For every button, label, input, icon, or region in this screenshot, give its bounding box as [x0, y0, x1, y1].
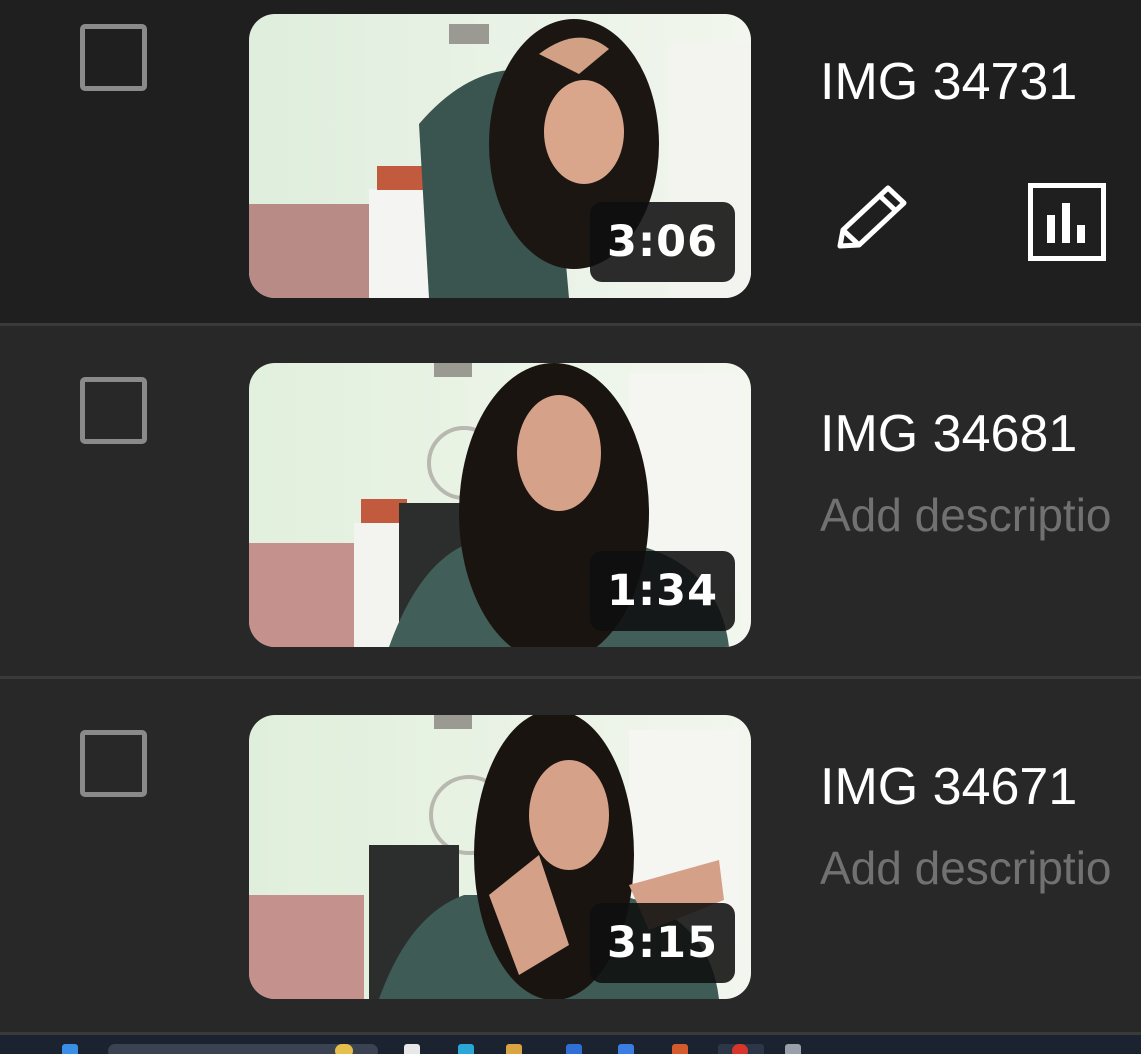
bar-chart-icon [1028, 183, 1106, 261]
pencil-icon [837, 185, 907, 249]
overflow-icon[interactable] [785, 1044, 801, 1054]
widget-icon[interactable] [335, 1044, 353, 1054]
video-thumbnail[interactable]: 3:06 [249, 14, 751, 298]
video-duration-badge: 3:06 [590, 202, 735, 282]
video-thumbnail[interactable]: 1:34 [249, 363, 751, 647]
folder-icon[interactable] [506, 1044, 522, 1054]
app-icon[interactable] [672, 1044, 688, 1054]
video-title[interactable]: IMG 34681 [820, 408, 1077, 460]
word-icon[interactable] [618, 1044, 634, 1054]
start-icon[interactable] [62, 1044, 78, 1054]
os-taskbar [0, 1035, 1141, 1054]
video-list: 3:06 IMG 34731 1:34 IMG 34681 Add descri… [0, 0, 1141, 1035]
analytics-button[interactable] [1028, 183, 1106, 261]
row-checkbox[interactable] [80, 730, 147, 797]
video-description-placeholder[interactable]: Add descriptio [820, 492, 1112, 538]
file-explorer-icon[interactable] [404, 1044, 420, 1054]
video-row[interactable]: 3:06 IMG 34731 [0, 0, 1141, 326]
chrome-icon[interactable] [732, 1044, 748, 1054]
video-row[interactable]: 3:15 IMG 34671 Add descriptio [0, 679, 1141, 1035]
video-row[interactable]: 1:34 IMG 34681 Add descriptio [0, 326, 1141, 679]
video-thumbnail[interactable]: 3:15 [249, 715, 751, 999]
video-duration-badge: 1:34 [590, 551, 735, 631]
video-duration-badge: 3:15 [590, 903, 735, 983]
video-title[interactable]: IMG 34671 [820, 761, 1077, 813]
app-icon[interactable] [458, 1044, 474, 1054]
video-description-placeholder[interactable]: Add descriptio [820, 845, 1112, 891]
video-title[interactable]: IMG 34731 [820, 56, 1077, 108]
edit-button[interactable] [830, 184, 910, 260]
facebook-icon[interactable] [566, 1044, 582, 1054]
row-checkbox[interactable] [80, 377, 147, 444]
row-checkbox[interactable] [80, 24, 147, 91]
